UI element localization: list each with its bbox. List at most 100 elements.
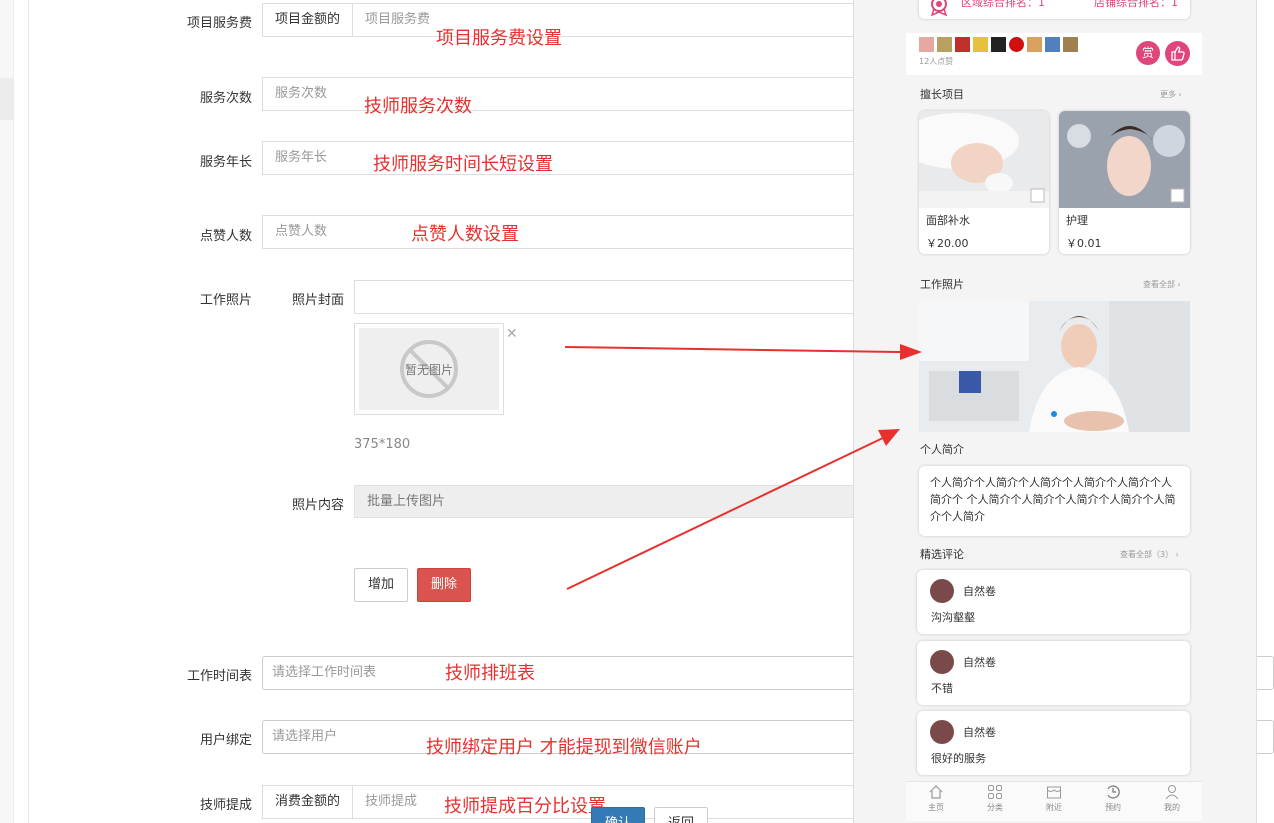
likes-placeholder: 点赞人数 bbox=[275, 224, 328, 239]
service-fee-note: 项目服务费设置 bbox=[436, 28, 562, 49]
skills-more-label: 更多 bbox=[1160, 90, 1176, 99]
rank-card: 区域综合排名：1 店铺综合排名：1 bbox=[919, 0, 1190, 19]
photos-section-title: 工作照片 bbox=[920, 278, 964, 291]
intro-text: 个人简介个人简介个人简介个人简介个人简介个人简介个 个人简介个人简介个人简介个人… bbox=[930, 476, 1176, 523]
like-button[interactable] bbox=[1165, 41, 1190, 66]
delete-button[interactable]: 删除 bbox=[417, 568, 471, 602]
no-image-text: 暂无图片 bbox=[404, 363, 453, 377]
liker-avatar bbox=[919, 37, 934, 52]
photos-view-all-link[interactable]: 查看全部 › bbox=[1143, 279, 1181, 290]
bottom-tab-bar: 主页 分类 附近 预约 我的 bbox=[906, 781, 1202, 821]
tab-home-label: 主页 bbox=[928, 803, 944, 812]
chevron-right-icon: › bbox=[1175, 550, 1179, 559]
reward-button[interactable]: 赏 bbox=[1136, 41, 1160, 65]
photos-view-all-label: 查看全部 bbox=[1143, 280, 1175, 289]
liker-avatar bbox=[991, 37, 1006, 52]
review-text: 很好的服务 bbox=[931, 752, 986, 765]
commission-addon: 消费金额的 bbox=[263, 786, 354, 818]
medal-icon bbox=[930, 0, 948, 16]
service-count-input[interactable]: 服务次数 bbox=[262, 77, 862, 111]
commission-label: 技师提成 bbox=[199, 798, 252, 813]
tab-nearby-label: 附近 bbox=[1046, 803, 1062, 812]
home-icon bbox=[929, 785, 943, 799]
thumbs-up-icon bbox=[1171, 46, 1185, 61]
product-card[interactable]: 面部补水 ￥20.00 bbox=[919, 111, 1049, 254]
user-bind-label: 用户绑定 bbox=[199, 733, 252, 748]
review-text: 沟沟壑壑 bbox=[931, 611, 975, 624]
review-card: 自然卷 很好的服务 bbox=[917, 711, 1190, 775]
tab-mine[interactable]: 我的 bbox=[1152, 784, 1192, 813]
service-years-input[interactable]: 服务年长 bbox=[262, 141, 862, 175]
liker-avatar bbox=[1063, 37, 1078, 52]
photos-label: 工作照片 bbox=[199, 293, 252, 308]
review-card: 自然卷 沟沟壑壑 bbox=[917, 570, 1190, 634]
cover-input[interactable] bbox=[354, 280, 862, 314]
schedule-label: 工作时间表 bbox=[186, 669, 252, 684]
review-card: 自然卷 不错 bbox=[917, 641, 1190, 705]
product-image-care bbox=[1059, 111, 1190, 208]
tab-booking[interactable]: 预约 bbox=[1093, 784, 1133, 813]
tab-mine-label: 我的 bbox=[1164, 803, 1180, 812]
service-years-placeholder: 服务年长 bbox=[275, 150, 328, 165]
reviewer-name: 自然卷 bbox=[963, 585, 996, 598]
product-name: 面部补水 bbox=[926, 214, 970, 227]
liker-avatar bbox=[955, 37, 970, 52]
likes-note: 点赞人数设置 bbox=[411, 224, 519, 245]
reviews-view-all-link[interactable]: 查看全部（3） › bbox=[1120, 549, 1179, 560]
intro-title: 个人简介 bbox=[920, 443, 964, 456]
likes-label: 点赞人数 bbox=[199, 229, 252, 244]
product-price: ￥20.00 bbox=[926, 237, 969, 250]
reviewer-avatar bbox=[930, 720, 954, 744]
liker-avatar bbox=[1027, 37, 1042, 52]
product-card[interactable]: 护理 ￥0.01 bbox=[1059, 111, 1190, 254]
reviewer-avatar bbox=[930, 650, 954, 674]
service-fee-input[interactable]: 项目服务费 bbox=[353, 4, 430, 36]
commission-input[interactable]: 技师提成 bbox=[353, 786, 417, 818]
user-icon bbox=[1165, 785, 1179, 800]
tab-category-label: 分类 bbox=[987, 803, 1003, 812]
tab-nearby[interactable]: 附近 bbox=[1034, 784, 1074, 813]
rank-right: 店铺综合排名：1 bbox=[1094, 0, 1178, 9]
add-button[interactable]: 增加 bbox=[354, 568, 408, 602]
likes-count: 12人点赞 bbox=[919, 57, 954, 66]
remove-image-icon[interactable]: ✕ bbox=[506, 326, 518, 342]
confirm-button[interactable]: 确认 bbox=[591, 807, 645, 823]
rank-left: 区域综合排名：1 bbox=[961, 0, 1045, 9]
liker-avatar bbox=[973, 37, 988, 52]
work-photo-carousel[interactable] bbox=[919, 301, 1190, 432]
product-image-facial bbox=[919, 111, 1049, 208]
reviewer-avatar bbox=[930, 579, 954, 603]
tab-home[interactable]: 主页 bbox=[916, 784, 956, 813]
tab-booking-label: 预约 bbox=[1105, 803, 1121, 812]
batch-upload-button[interactable]: 批量上传图片 bbox=[354, 485, 862, 518]
left-rail-selected bbox=[0, 78, 14, 120]
admin-page: 项目服务费 项目金额的 项目服务费 项目服务费设置 服务次数 服务次数 技师服务… bbox=[0, 0, 1274, 823]
liker-avatars bbox=[919, 37, 1078, 56]
cover-image-preview[interactable]: 暂无图片 bbox=[354, 323, 504, 415]
no-image-placeholder: 暂无图片 bbox=[359, 328, 499, 410]
service-years-label: 服务年长 bbox=[199, 155, 252, 170]
service-count-label: 服务次数 bbox=[199, 91, 252, 106]
chevron-right-icon: › bbox=[1178, 90, 1182, 99]
service-count-placeholder: 服务次数 bbox=[275, 86, 328, 101]
likes-input[interactable]: 点赞人数 bbox=[262, 215, 862, 249]
product-name: 护理 bbox=[1066, 214, 1088, 227]
user-bind-note: 技师绑定用户 才能提现到微信账户 bbox=[426, 737, 702, 758]
tab-category[interactable]: 分类 bbox=[975, 784, 1015, 813]
product-price: ￥0.01 bbox=[1066, 237, 1102, 250]
left-rail bbox=[0, 0, 14, 823]
back-button[interactable]: 返回 bbox=[654, 807, 708, 823]
intro-card: 个人简介个人简介个人简介个人简介个人简介个人简介个 个人简介个人简介个人简介个人… bbox=[919, 466, 1190, 536]
service-fee-field[interactable]: 项目金额的 项目服务费 bbox=[262, 3, 862, 37]
reviewer-name: 自然卷 bbox=[963, 726, 996, 739]
review-text: 不错 bbox=[931, 682, 953, 695]
grid-icon bbox=[988, 785, 1002, 799]
skills-more-link[interactable]: 更多 › bbox=[1160, 89, 1182, 100]
carousel-dot[interactable] bbox=[1051, 411, 1057, 417]
store-icon bbox=[1047, 786, 1061, 799]
reviewer-name: 自然卷 bbox=[963, 656, 996, 669]
liker-avatar bbox=[937, 37, 952, 52]
clock-icon bbox=[1107, 785, 1120, 799]
service-count-note: 技师服务次数 bbox=[364, 96, 472, 117]
service-years-note: 技师服务时间长短设置 bbox=[373, 154, 553, 175]
